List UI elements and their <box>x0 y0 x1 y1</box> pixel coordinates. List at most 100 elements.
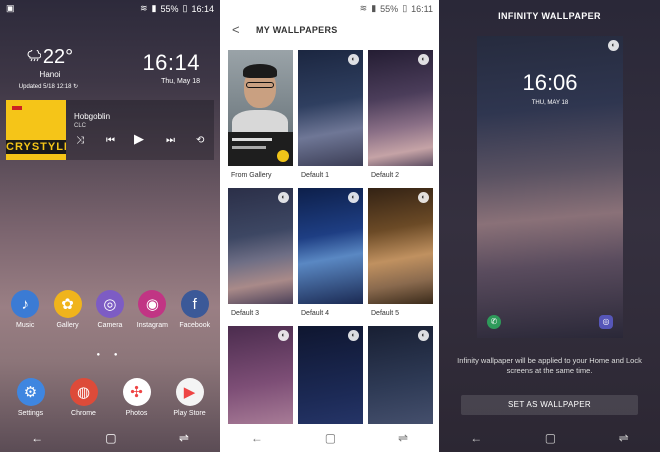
wallpaper-item[interactable]: From Gallery <box>228 50 293 179</box>
album-art: CRYSTYLE <box>6 100 66 160</box>
wallpaper-thumbnail <box>228 50 293 166</box>
weather-widget[interactable]: 22° Hanoi Updated 5/18 12:18 ↻ <box>18 46 80 90</box>
signal-icon: ▮ <box>151 3 157 13</box>
battery-icon: ▯ <box>402 3 408 13</box>
infinity-wallpaper-icon: ◐ <box>608 40 619 51</box>
facebook-icon: f <box>180 290 209 318</box>
back-icon[interactable]: ← <box>251 432 263 444</box>
weather-city: Hanoi <box>39 70 61 79</box>
wallpaper-label: From Gallery <box>231 172 272 179</box>
battery-percent: 55% <box>160 3 179 14</box>
settings-icon: ⚙ <box>16 378 45 406</box>
album-art-text: CRYSTYLE <box>6 140 66 154</box>
repeat-icon[interactable]: ⟲ <box>196 135 204 147</box>
status-bar: ≋ ▮ 55% ▯ 16:11 <box>220 0 439 16</box>
status-time: 16:11 <box>411 3 433 14</box>
page-title: MY WALLPAPERS <box>256 25 338 35</box>
camera-icon: ◎ <box>599 315 613 329</box>
wallpaper-thumbnail: ◐ <box>368 188 433 304</box>
photos-icon: ✣ <box>122 378 151 406</box>
battery-percent: 55% <box>380 3 399 14</box>
home-icon[interactable]: ▢ <box>545 432 556 444</box>
instagram-icon: ◉ <box>138 290 167 318</box>
app-photos[interactable]: ✣ Photos <box>117 378 157 417</box>
infinity-wallpaper-icon: ◐ <box>418 330 429 341</box>
wallpaper-thumbnail: ◐ <box>368 50 433 166</box>
cloud-rain-icon <box>27 48 42 67</box>
wallpaper-label: Default 3 <box>231 310 260 317</box>
wallpaper-item[interactable]: ◐ Default 4 <box>298 188 363 317</box>
wallpaper-thumbnail: ◐ <box>298 50 363 166</box>
infinity-wallpaper-icon: ◐ <box>278 330 289 341</box>
wallpaper-label: Default 2 <box>371 172 400 179</box>
gallery-icon: ✿ <box>53 290 82 318</box>
app-settings[interactable]: ⚙ Settings <box>11 378 51 417</box>
wallpaper-thumbnail: ◐ <box>228 188 293 304</box>
wallpaper-item[interactable]: ◐ Default 2 <box>368 50 433 179</box>
app-label: Gallery <box>56 322 79 329</box>
clock-widget[interactable]: 16:14 Thu, May 18 <box>142 50 200 85</box>
wallpaper-thumbnail: ◐ <box>298 188 363 304</box>
app-label: Instagram <box>136 322 168 329</box>
navigation-bar: ← ▢ ⇌ <box>0 424 220 452</box>
app-label: Camera <box>97 322 123 329</box>
clock-date: Thu, May 18 <box>161 78 200 85</box>
camera-icon: ◎ <box>95 290 124 318</box>
chrome-icon: ◍ <box>69 378 98 406</box>
wallpaper-label: Default 5 <box>371 310 400 317</box>
music-icon: ♪ <box>11 290 40 318</box>
wallpaper-preview: ◐ 16:06 THU, MAY 18 ✆ ◎ <box>477 36 623 338</box>
page-title: INFINITY WALLPAPER <box>498 11 601 21</box>
battery-icon: ▯ <box>182 3 188 13</box>
track-title: Hobgoblin <box>74 112 111 121</box>
home-icon[interactable]: ▢ <box>105 432 116 444</box>
back-icon[interactable]: ← <box>31 432 43 444</box>
set-as-wallpaper-button[interactable]: SET AS WALLPAPER <box>461 395 638 415</box>
infinity-wallpaper-icon: ◐ <box>348 54 359 65</box>
app-play-store[interactable]: ▶ Play Store <box>170 378 210 417</box>
preview-time: 16:06 <box>522 70 578 95</box>
app-gallery[interactable]: ✿ Gallery <box>48 290 88 329</box>
wallpaper-item[interactable]: ◐ Default 1 <box>298 50 363 179</box>
clock-time: 16:14 <box>142 50 200 75</box>
infinity-wallpaper-screen: INFINITY WALLPAPER ◐ 16:06 THU, MAY 18 ✆… <box>439 0 660 452</box>
app-label: Photos <box>125 410 148 417</box>
infinity-wallpaper-icon: ◐ <box>418 192 429 203</box>
app-instagram[interactable]: ◉ Instagram <box>132 290 172 329</box>
home-icon[interactable]: ▢ <box>325 432 336 444</box>
app-music[interactable]: ♪ Music <box>5 290 45 329</box>
app-label: Chrome <box>71 410 96 417</box>
my-wallpapers-screen: ≋ ▮ 55% ▯ 16:11 < MY WALLPAPERS From Gal… <box>220 0 439 452</box>
wifi-icon: ≋ <box>359 3 368 13</box>
wallpaper-item[interactable]: ◐ Default 5 <box>368 188 433 317</box>
infinity-wallpaper-icon: ◐ <box>278 192 289 203</box>
status-time: 16:14 <box>191 3 214 14</box>
recents-icon[interactable]: ⇌ <box>398 432 408 444</box>
track-artist: CLC <box>74 123 87 129</box>
music-widget[interactable]: CRYSTYLE Hobgoblin CLC ⤨ ⏮ ▶ ⏭ ⟲ <box>6 100 214 160</box>
home-screen: ▣ ≋ ▮ 55% ▯ 16:14 22° Hanoi Updated 5/18… <box>0 0 220 452</box>
back-chevron-icon[interactable]: < <box>232 22 240 37</box>
wallpaper-item[interactable]: ◐ Default 3 <box>228 188 293 317</box>
weather-temperature: 22° <box>42 46 74 68</box>
weather-updated: Updated 5/18 12:18 <box>18 84 72 90</box>
apply-notice: Infinity wallpaper will be applied to yo… <box>457 356 642 375</box>
dock: ⚙ Settings ◍ Chrome ✣ Photos ▶ Play Store <box>0 378 220 417</box>
app-chrome[interactable]: ◍ Chrome <box>64 378 104 417</box>
app-label: Music <box>16 322 35 329</box>
app-facebook[interactable]: f Facebook <box>175 290 215 329</box>
next-icon[interactable]: ⏭ <box>166 135 175 147</box>
refresh-icon[interactable]: ↻ <box>73 84 78 90</box>
navigation-bar: ← ▢ ⇌ <box>220 424 439 452</box>
recents-icon[interactable]: ⇌ <box>619 432 629 444</box>
previous-icon[interactable]: ⏮ <box>106 135 115 147</box>
play-icon[interactable]: ▶ <box>134 132 144 145</box>
shuffle-icon[interactable]: ⤨ <box>76 135 84 147</box>
app-row-1: ♪ Music ✿ Gallery ◎ Camera ◉ Instagram f Facebook <box>0 290 220 329</box>
navigation-bar: ← ▢ ⇌ <box>439 424 660 452</box>
recents-icon[interactable]: ⇌ <box>179 432 189 444</box>
back-icon[interactable]: ← <box>470 432 482 444</box>
infinity-wallpaper-icon: ◐ <box>418 54 429 65</box>
image-notification-icon: ▣ <box>6 3 15 13</box>
app-camera[interactable]: ◎ Camera <box>90 290 130 329</box>
